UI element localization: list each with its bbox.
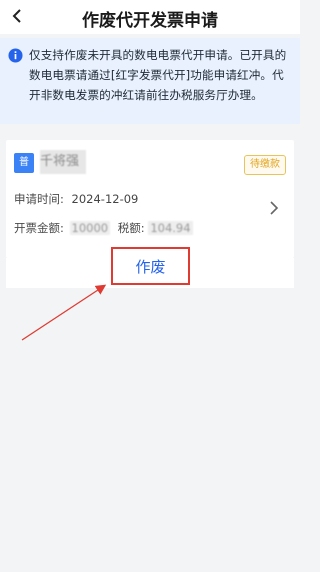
annotation-arrow	[21, 284, 107, 341]
